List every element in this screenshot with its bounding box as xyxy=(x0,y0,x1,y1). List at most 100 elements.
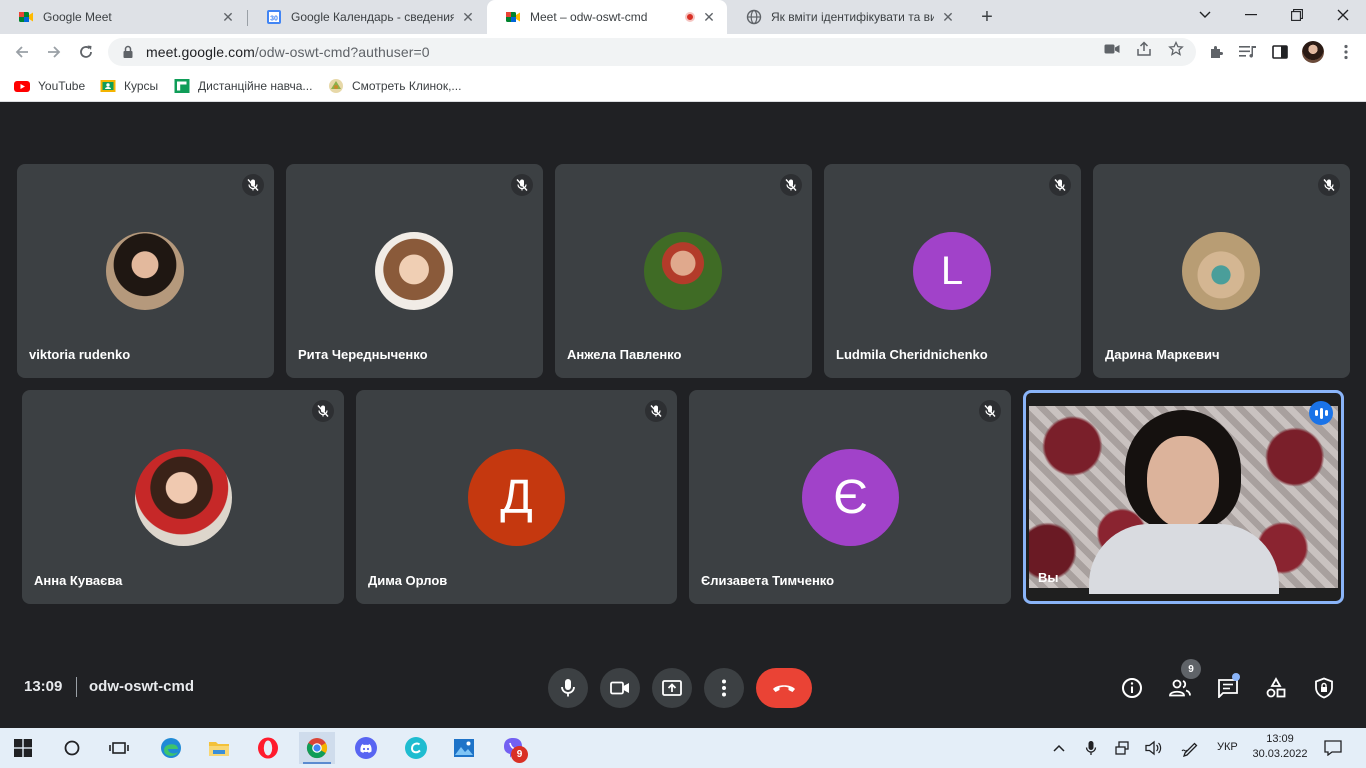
reload-icon[interactable] xyxy=(74,40,98,64)
network-icon[interactable] xyxy=(1113,738,1133,758)
tab-title: Google Meet xyxy=(43,10,112,24)
mic-off-icon xyxy=(780,174,802,196)
participant-tile[interactable]: Анжела Павленко xyxy=(555,164,812,378)
participant-tile[interactable]: Дарина Маркевич xyxy=(1093,164,1350,378)
pen-icon[interactable] xyxy=(1180,738,1200,758)
participant-avatar xyxy=(135,449,232,546)
tab-meet-active[interactable]: Meet – odw-oswt-cmd ✕ xyxy=(487,0,727,34)
mic-off-icon xyxy=(312,400,334,422)
participant-tile[interactable]: Рита Чередныченко xyxy=(286,164,543,378)
share-icon[interactable] xyxy=(1135,40,1153,58)
close-icon[interactable]: ✕ xyxy=(701,9,717,25)
mic-off-icon xyxy=(645,400,667,422)
participant-tile[interactable]: L Ludmila Cheridnichenko xyxy=(824,164,1081,378)
photos-icon[interactable] xyxy=(446,732,482,764)
classroom-icon xyxy=(100,78,116,94)
url-text: meet.google.com/odw-oswt-cmd?authuser=0 xyxy=(146,44,430,60)
windows-start-icon[interactable] xyxy=(5,732,41,764)
meeting-details-button[interactable] xyxy=(1119,675,1145,701)
minimize-icon[interactable] xyxy=(1228,0,1274,30)
site-icon xyxy=(328,78,344,94)
camera-in-use-icon[interactable] xyxy=(1103,40,1121,58)
keyboard-language[interactable]: УКР xyxy=(1217,741,1238,753)
participant-avatar: Д xyxy=(468,449,565,546)
search-icon[interactable] xyxy=(54,732,90,764)
globe-icon xyxy=(746,9,762,25)
back-arrow-icon[interactable] xyxy=(10,40,34,64)
tab-article[interactable]: Як вміти ідентифікувати та вирі ✕ xyxy=(728,0,966,34)
close-icon[interactable]: ✕ xyxy=(460,9,476,25)
avatar-letter: Д xyxy=(500,471,533,524)
bookmark-watch[interactable]: Смотреть Клинок,... xyxy=(328,76,461,96)
self-name: Вы xyxy=(1038,570,1059,585)
bookmark-label: Курсы xyxy=(124,79,159,93)
chevron-up-icon[interactable] xyxy=(1049,738,1069,758)
chrome-menu-icon[interactable] xyxy=(1336,42,1356,62)
url-path: /odw-oswt-cmd?authuser=0 xyxy=(254,44,430,60)
opera-icon[interactable] xyxy=(250,732,286,764)
tab-google-meet[interactable]: Google Meet ✕ xyxy=(0,0,246,34)
extensions-puzzle-icon[interactable] xyxy=(1206,42,1226,62)
forward-arrow-icon[interactable] xyxy=(42,40,66,64)
bookmark-distance-learning[interactable]: Дистанційне навча... xyxy=(174,76,312,96)
bookmark-youtube[interactable]: YouTube xyxy=(14,76,85,96)
bookmark-courses[interactable]: Курсы xyxy=(100,76,158,96)
more-options-button[interactable] xyxy=(704,668,744,708)
participant-name: Дима Орлов xyxy=(368,573,448,588)
lock-icon[interactable] xyxy=(120,44,136,60)
participant-name: Анжела Павленко xyxy=(567,347,682,362)
leave-call-button[interactable] xyxy=(756,668,812,708)
tab-google-calendar[interactable]: 30 Google Календарь - сведения о ✕ xyxy=(248,0,486,34)
restore-icon[interactable] xyxy=(1274,0,1320,30)
microphone-button[interactable] xyxy=(548,668,588,708)
canva-icon[interactable] xyxy=(398,732,434,764)
participant-avatar xyxy=(1182,232,1260,310)
calendar-day-text: 30 xyxy=(270,16,278,23)
bookmark-star-icon[interactable] xyxy=(1167,40,1185,58)
close-icon[interactable]: ✕ xyxy=(940,9,956,25)
tab-title: Google Календарь - сведения о xyxy=(291,10,454,24)
notifications-icon[interactable] xyxy=(1323,738,1343,758)
camera-button[interactable] xyxy=(600,668,640,708)
info-icon xyxy=(1122,678,1142,698)
system-date: 30.03.2022 xyxy=(1252,748,1308,760)
host-controls-button[interactable] xyxy=(1311,675,1337,701)
self-view-tile[interactable]: Вы xyxy=(1023,390,1344,604)
file-explorer-icon[interactable] xyxy=(201,732,237,764)
system-clock[interactable]: 13:09 30.03.2022 xyxy=(1252,732,1308,762)
participant-name: Рита Чередныченко xyxy=(298,347,428,362)
participant-tile[interactable]: Анна Куваєва xyxy=(22,390,344,604)
address-bar[interactable]: meet.google.com/odw-oswt-cmd?authuser=0 xyxy=(108,38,1196,66)
participant-tile[interactable]: viktoria rudenko xyxy=(17,164,274,378)
video-camera-icon xyxy=(610,681,629,695)
media-queue-icon[interactable] xyxy=(1238,42,1258,62)
close-icon[interactable]: ✕ xyxy=(220,9,236,25)
new-tab-button[interactable]: + xyxy=(976,6,998,28)
participant-avatar xyxy=(106,232,184,310)
discord-icon[interactable] xyxy=(348,732,384,764)
participant-avatar: L xyxy=(913,232,991,310)
participant-tile[interactable]: Є Єлизавета Тимченко xyxy=(689,390,1011,604)
chrome-taskbar-icon[interactable] xyxy=(299,732,335,764)
system-time: 13:09 xyxy=(1266,733,1294,745)
profile-avatar[interactable] xyxy=(1302,41,1324,63)
side-panel-icon[interactable] xyxy=(1270,42,1290,62)
participant-tile[interactable]: Д Дима Орлов xyxy=(356,390,677,604)
mic-off-icon xyxy=(511,174,533,196)
microphone-icon xyxy=(561,679,575,697)
chat-icon xyxy=(1218,679,1238,698)
participant-name: Анна Куваєва xyxy=(34,573,123,588)
people-count-badge: 9 xyxy=(1181,659,1201,679)
activities-button[interactable] xyxy=(1263,675,1289,701)
volume-icon[interactable] xyxy=(1144,738,1164,758)
microphone-tray-icon[interactable] xyxy=(1081,738,1101,758)
present-screen-button[interactable] xyxy=(652,668,692,708)
edge-icon[interactable] xyxy=(153,732,189,764)
recording-indicator-icon xyxy=(685,12,695,22)
task-view-icon[interactable] xyxy=(101,732,137,764)
more-vert-icon xyxy=(722,679,726,697)
tab-search-icon[interactable] xyxy=(1182,0,1228,30)
close-window-icon[interactable] xyxy=(1320,0,1366,30)
participant-avatar: Є xyxy=(802,449,899,546)
bookmark-label: Дистанційне навча... xyxy=(198,79,313,93)
